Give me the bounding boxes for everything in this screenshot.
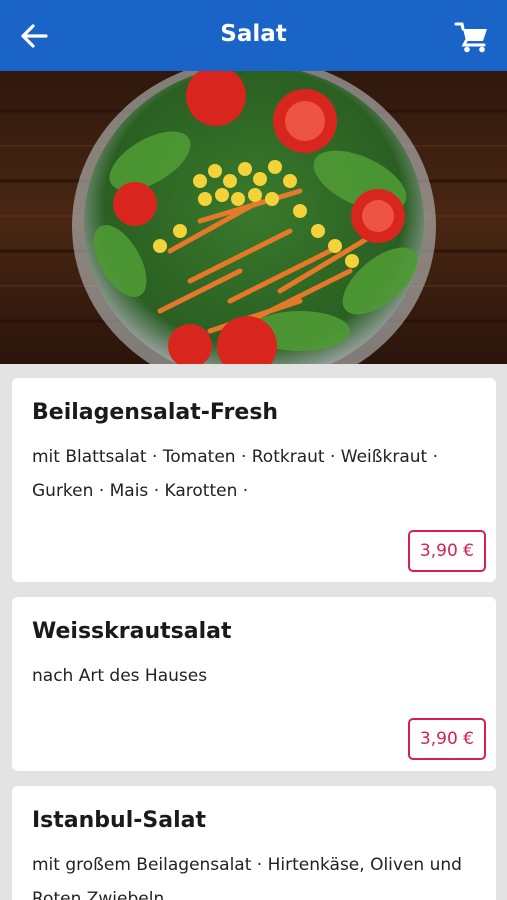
menu-item-description: mit Blattsalat · Tomaten · Rotkraut · We… bbox=[32, 447, 438, 501]
menu-item-card[interactable]: Beilagensalat-Fresh mit Blattsalat · Tom… bbox=[12, 378, 496, 582]
cart-button[interactable] bbox=[452, 17, 492, 55]
menu-item-name: Weisskrautsalat bbox=[32, 619, 232, 644]
app-bar: Salat bbox=[0, 0, 507, 71]
menu-item-description: mit großem Beilagensalat · Hirtenkäse, O… bbox=[32, 855, 462, 900]
price-button[interactable]: 3,90 € bbox=[407, 718, 486, 760]
menu-item-name: Beilagensalat-Fresh bbox=[32, 400, 279, 425]
menu-item-description: nach Art des Hauses bbox=[32, 666, 208, 686]
page-title: Salat bbox=[220, 21, 287, 47]
menu-item-card[interactable]: Weisskrautsalat nach Art des Hauses 3,90… bbox=[12, 597, 496, 771]
salad-hero-image bbox=[0, 71, 507, 364]
menu-item-name: Istanbul-Salat bbox=[32, 808, 206, 833]
menu-item-list: Beilagensalat-Fresh mit Blattsalat · Tom… bbox=[12, 378, 496, 900]
price-button[interactable]: 3,90 € bbox=[407, 530, 486, 572]
menu-item-card[interactable]: Istanbul-Salat mit großem Beilagensalat … bbox=[12, 786, 496, 900]
shopping-cart-icon bbox=[454, 22, 487, 53]
